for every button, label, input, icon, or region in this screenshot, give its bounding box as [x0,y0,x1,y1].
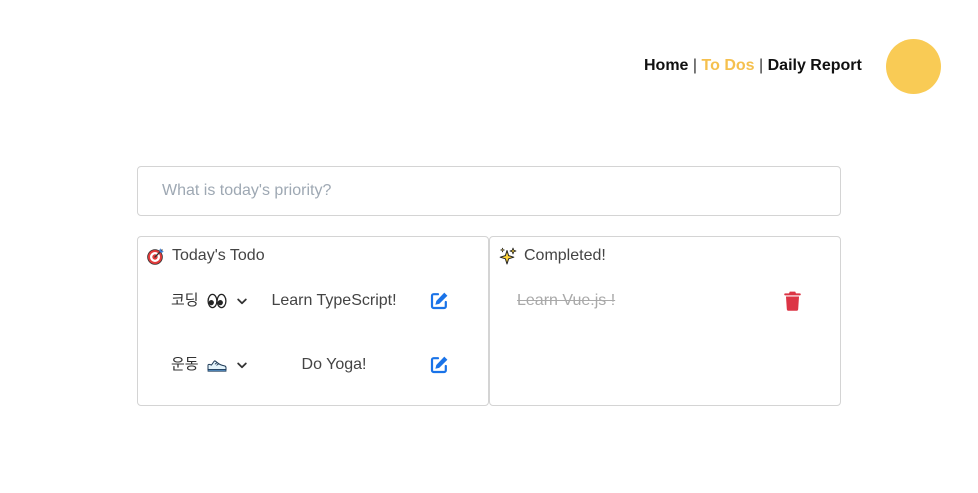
todo-text: Learn TypeScript! [271,292,397,309]
todo-item: 운동 Do Yoga! [138,350,488,380]
edit-icon [430,292,448,310]
sparkles-icon [499,247,517,265]
direct-hit-icon [147,248,164,265]
profile-avatar[interactable] [886,39,941,94]
todo-item: 코딩 Learn TypeScript! [138,286,488,316]
completed-text: Learn Vue.js ! [517,292,616,309]
todo-input[interactable] [137,166,841,216]
nav-link-home[interactable]: Home [644,57,688,74]
category-label: 코딩 [171,292,199,309]
nav-link-todos[interactable]: To Dos [702,57,755,74]
edit-button[interactable] [428,354,450,376]
edit-button[interactable] [428,290,450,312]
delete-button[interactable] [781,290,803,312]
todo-panel-title: Today's Todo [172,247,265,264]
running-shoe-icon [207,360,227,372]
todo-page: Home | To Dos | Daily Report Today's Tod… [0,0,978,493]
todo-text: Do Yoga! [301,356,367,373]
completed-item: Learn Vue.js ! [490,286,840,316]
eyes-icon [207,293,227,309]
nav-link-daily-report[interactable]: Daily Report [768,57,862,74]
nav-separator: | [759,57,764,74]
chevron-down-icon [237,298,247,304]
completed-panel: Completed! Learn Vue.js ! [489,236,841,406]
category-select[interactable]: 코딩 [171,289,247,313]
nav-separator: | [692,57,698,74]
category-select[interactable]: 운동 [171,353,247,377]
completed-panel-title: Completed! [524,247,606,264]
chevron-down-icon [237,362,247,368]
top-nav: Home | To Dos | Daily Report [644,56,862,76]
edit-icon [430,356,448,374]
trash-icon [783,291,801,311]
category-label: 운동 [171,356,199,373]
todo-panel: Today's Todo 코딩 Learn TypeScript! 운동 Do … [137,236,489,406]
